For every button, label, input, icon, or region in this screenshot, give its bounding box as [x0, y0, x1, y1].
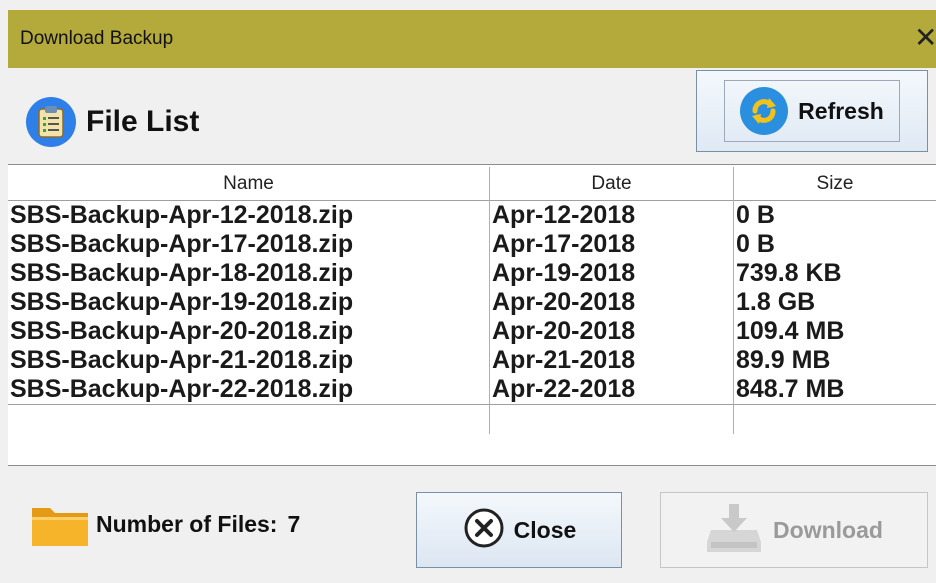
- cell-date: Apr-21-2018: [490, 346, 734, 375]
- refresh-label: Refresh: [798, 97, 884, 124]
- download-button[interactable]: Download: [660, 492, 928, 568]
- table-row[interactable]: SBS-Backup-Apr-22-2018.zip Apr-22-2018 8…: [8, 375, 936, 404]
- cell-size: 739.8 KB: [736, 259, 842, 287]
- file-count: Number of Files: 7: [30, 500, 300, 548]
- cell-name: SBS-Backup-Apr-12-2018.zip: [8, 201, 490, 230]
- cell-size: 109.4 MB: [736, 317, 845, 345]
- table-row[interactable]: SBS-Backup-Apr-20-2018.zip Apr-20-2018 1…: [8, 317, 936, 346]
- table-header: Name Date Size: [8, 167, 936, 201]
- table-row[interactable]: SBS-Backup-Apr-18-2018.zip Apr-19-2018 7…: [8, 259, 936, 288]
- download-icon: [705, 502, 763, 559]
- download-backup-window: Download Backup ✕ File List Refresh Name…: [0, 0, 936, 583]
- column-header-date[interactable]: Date: [490, 167, 734, 201]
- cell-name: SBS-Backup-Apr-18-2018.zip: [8, 259, 490, 288]
- cell-name: SBS-Backup-Apr-19-2018.zip: [8, 288, 490, 317]
- dialog-content: File List Refresh Name Date Size SBS-Bac…: [8, 68, 936, 583]
- file-count-label: Number of Files:: [96, 510, 278, 537]
- close-button[interactable]: Close: [416, 492, 622, 568]
- window-close-icon[interactable]: ✕: [914, 24, 936, 52]
- column-header-size[interactable]: Size: [734, 167, 936, 201]
- empty-cell: [490, 405, 734, 434]
- table-empty-row: [8, 404, 936, 435]
- cell-name: SBS-Backup-Apr-17-2018.zip: [8, 230, 490, 259]
- empty-cell: [734, 405, 936, 434]
- table-body: SBS-Backup-Apr-12-2018.zip Apr-12-2018 0…: [8, 201, 936, 435]
- cell-size: 0 B: [736, 201, 775, 229]
- clipboard-icon: [26, 97, 76, 147]
- table-row[interactable]: SBS-Backup-Apr-21-2018.zip Apr-21-2018 8…: [8, 346, 936, 375]
- file-list-header: File List: [26, 90, 199, 154]
- column-header-name[interactable]: Name: [8, 167, 490, 201]
- cell-size: 1.8 GB: [736, 288, 816, 316]
- cell-date: Apr-22-2018: [490, 375, 734, 404]
- table-row[interactable]: SBS-Backup-Apr-17-2018.zip Apr-17-2018 0…: [8, 230, 936, 259]
- cell-name: SBS-Backup-Apr-22-2018.zip: [8, 375, 490, 404]
- window-title: Download Backup: [20, 28, 174, 49]
- file-count-value: 7: [287, 510, 301, 537]
- table-row[interactable]: SBS-Backup-Apr-19-2018.zip Apr-20-2018 1…: [8, 288, 936, 317]
- table-row[interactable]: SBS-Backup-Apr-12-2018.zip Apr-12-2018 0…: [8, 201, 936, 230]
- cell-date: Apr-20-2018: [490, 317, 734, 346]
- cell-name: SBS-Backup-Apr-20-2018.zip: [8, 317, 490, 346]
- download-label: Download: [773, 516, 883, 543]
- close-label: Close: [513, 516, 577, 543]
- cell-size: 0 B: [736, 230, 775, 258]
- refresh-button-focus: Refresh: [724, 80, 900, 142]
- refresh-icon: [740, 87, 789, 135]
- cell-date: Apr-20-2018: [490, 288, 734, 317]
- title-bar[interactable]: Download Backup ✕: [8, 10, 936, 68]
- cell-name: SBS-Backup-Apr-21-2018.zip: [8, 346, 490, 375]
- file-list-title: File List: [86, 105, 200, 138]
- cell-size: 848.7 MB: [736, 375, 845, 403]
- cell-date: Apr-19-2018: [490, 259, 734, 288]
- file-table[interactable]: Name Date Size SBS-Backup-Apr-12-2018.zi…: [8, 164, 936, 466]
- refresh-button[interactable]: Refresh: [696, 70, 928, 152]
- cell-date: Apr-17-2018: [490, 230, 734, 259]
- empty-cell: [8, 405, 490, 434]
- cell-size: 89.9 MB: [736, 346, 831, 374]
- close-circle-icon: [462, 506, 506, 555]
- cell-date: Apr-12-2018: [490, 201, 734, 230]
- folder-icon: [30, 500, 90, 548]
